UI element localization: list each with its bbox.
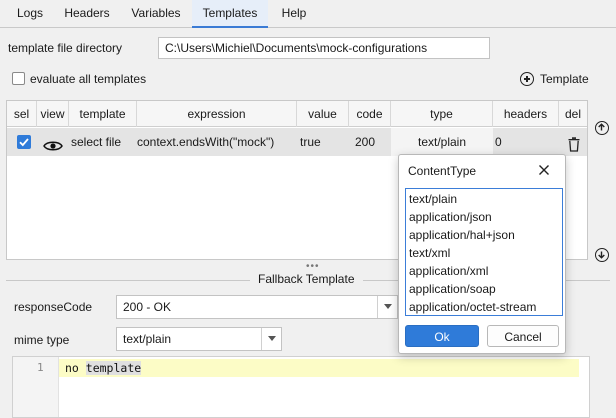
list-item[interactable]: application/octet-stream (409, 300, 536, 314)
code-prefix: no (65, 361, 86, 375)
col-sel[interactable]: sel (7, 101, 37, 127)
list-item[interactable]: text/plain (409, 192, 457, 206)
col-view[interactable]: view (37, 101, 69, 127)
mime-type-label: mime type (14, 333, 70, 347)
tab-variables[interactable]: Variables (124, 0, 188, 28)
check-icon (19, 138, 29, 147)
content-type-dialog: ContentType text/plain application/json … (398, 154, 566, 354)
arrow-up-circle-icon (598, 123, 605, 131)
col-expression[interactable]: expression (137, 101, 297, 127)
editor-gutter (13, 357, 59, 417)
chevron-down-icon[interactable] (261, 328, 281, 350)
add-circle-icon (520, 72, 534, 86)
chevron-down-icon[interactable] (377, 296, 397, 318)
mime-type-select[interactable]: text/plain (116, 327, 282, 351)
list-item[interactable]: application/json (409, 210, 492, 224)
evaluate-all-label: evaluate all templates (30, 72, 147, 86)
col-headers[interactable]: headers (493, 101, 559, 127)
move-up-button[interactable] (595, 121, 609, 135)
sel-checkbox[interactable] (17, 135, 31, 149)
col-code[interactable]: code (349, 101, 391, 127)
ok-button[interactable]: Ok (405, 325, 479, 347)
arrow-down-circle-icon (598, 251, 605, 259)
list-item[interactable]: application/xml (409, 264, 488, 278)
move-down-button[interactable] (595, 248, 609, 262)
tab-help[interactable]: Help (274, 0, 314, 28)
close-icon (539, 165, 549, 175)
response-code-value: 200 - OK (123, 300, 172, 314)
add-template-label: Template (540, 72, 589, 86)
tab-bar: Logs Headers Variables Templates Help (0, 0, 616, 28)
row-expression: context.endsWith("mock") (137, 135, 275, 149)
table-row[interactable]: select file context.endsWith("mock") tru… (7, 128, 587, 156)
list-item[interactable]: application/hal+json (409, 228, 515, 242)
tab-templates[interactable]: Templates (192, 0, 268, 28)
template-dir-input[interactable]: C:\Users\Michiel\Documents\mock-configur… (158, 37, 490, 59)
eye-icon[interactable] (43, 135, 63, 151)
col-value[interactable]: value (297, 101, 349, 127)
add-template-button[interactable]: Template (520, 70, 589, 88)
editor-code[interactable]: no template (65, 361, 142, 375)
col-template[interactable]: template (69, 101, 137, 127)
fallback-title: Fallback Template (250, 272, 363, 286)
row-value: true (300, 135, 321, 149)
template-dir-label: template file directory (8, 41, 123, 55)
list-item[interactable]: application/soap (409, 282, 496, 296)
content-type-list[interactable]: text/plain application/json application/… (405, 188, 563, 316)
close-button[interactable] (537, 163, 551, 177)
code-highlight: template (85, 361, 142, 375)
evaluate-all-checkbox[interactable] (12, 72, 25, 85)
template-editor[interactable]: 1 no template (12, 356, 590, 418)
dialog-title: ContentType (408, 164, 477, 178)
tab-logs[interactable]: Logs (8, 0, 52, 28)
cancel-button[interactable]: Cancel (487, 325, 559, 347)
line-number: 1 (37, 361, 44, 374)
response-code-label: responseCode (14, 300, 93, 314)
row-headers: 0 (495, 135, 502, 149)
row-template: select file (71, 135, 122, 149)
row-type[interactable]: text/plain (391, 128, 493, 156)
table-header: sel view template expression value code … (7, 101, 587, 127)
response-code-select[interactable]: 200 - OK (116, 295, 398, 319)
mime-type-value: text/plain (123, 332, 172, 346)
tab-headers[interactable]: Headers (58, 0, 116, 28)
col-type[interactable]: type (391, 101, 493, 127)
list-item[interactable]: text/xml (409, 246, 450, 260)
row-code: 200 (355, 135, 376, 149)
col-del[interactable]: del (559, 101, 587, 127)
trash-icon[interactable] (568, 134, 580, 152)
splitter-handle[interactable]: ••• (306, 262, 320, 272)
